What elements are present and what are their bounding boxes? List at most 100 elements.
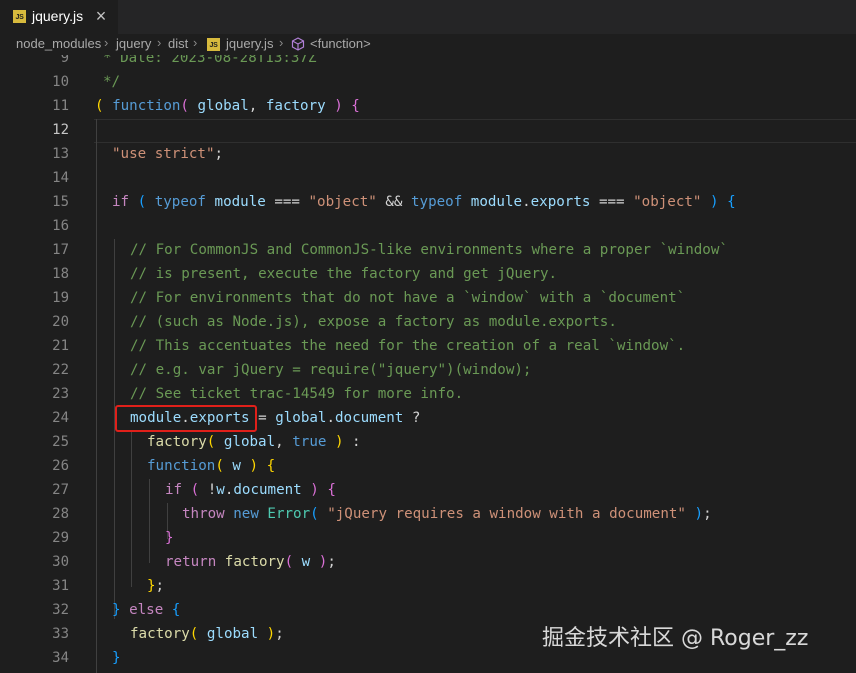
line-number: 22 [52, 362, 69, 378]
line-number: 17 [52, 242, 69, 258]
line-number: 32 [52, 602, 69, 618]
punct: ; [327, 554, 336, 570]
paren: ( [215, 458, 224, 474]
code-line-9: * Date: 2023-08-28T13:37Z [103, 55, 317, 70]
line-number-gutter: 9 10 11 12 13 14 15 16 17 18 19 20 21 22… [0, 55, 70, 673]
line-number: 18 [52, 266, 69, 282]
line-number: 29 [52, 530, 69, 546]
paren: ( [180, 98, 189, 114]
code-line-22: // e.g. var jQuery = require("jquery")(w… [130, 358, 531, 382]
paren: ( [310, 506, 319, 522]
line-number: 9 [60, 55, 69, 66]
breadcrumb-item-dist[interactable]: dist [168, 36, 188, 51]
indent-guide [149, 479, 150, 563]
code-line-32: } else { [112, 598, 180, 622]
comment: // (such as Node.js), expose a factory a… [130, 314, 617, 330]
paren: ) [701, 194, 719, 210]
brace: { [718, 194, 736, 210]
keyword: function [103, 98, 181, 114]
paren: ) [310, 554, 328, 570]
annotation-highlight-box [115, 405, 257, 432]
param: global [188, 98, 249, 114]
watermark: 掘金技术社区 @ Roger_zz [542, 626, 809, 651]
code-line-20: // (such as Node.js), expose a factory a… [130, 310, 617, 334]
line-number: 33 [52, 626, 69, 642]
tab-bar: JS jquery.js × [0, 0, 856, 34]
identifier: document [233, 482, 302, 498]
comment: * Date: 2023-08-28T13:37Z [103, 55, 317, 66]
indent-guide [131, 431, 132, 587]
comment: // is present, execute the factory and g… [130, 266, 558, 282]
line-number: 15 [52, 194, 69, 210]
string: "use strict" [112, 146, 215, 162]
paren: ) [325, 98, 343, 114]
paren: ( [95, 98, 104, 114]
paren: ) [326, 434, 344, 450]
keyword: else [120, 602, 164, 618]
code-line-30: return factory( w ); [165, 550, 336, 574]
brace: { [163, 602, 181, 618]
punct: ; [214, 146, 224, 162]
line-number: 13 [52, 146, 69, 162]
punct: ; [703, 506, 712, 522]
operator: === [265, 194, 309, 210]
param: factory [265, 98, 326, 114]
punct: ; [155, 578, 165, 594]
chevron-right-icon: › [279, 35, 284, 50]
line-number-active: 12 [52, 122, 69, 138]
code-line-10: */ [103, 70, 120, 94]
line-number: 23 [52, 386, 69, 402]
line-number: 25 [52, 434, 69, 450]
paren: ) [685, 506, 704, 522]
identifier: global [215, 434, 276, 450]
keyword: return [165, 554, 217, 570]
line-number: 14 [52, 170, 69, 186]
keyword: typeof [146, 194, 206, 210]
code-line-25: factory( global, true ) : [147, 430, 361, 454]
breadcrumb-item-function[interactable]: <function> [310, 36, 371, 51]
breadcrumb-item-jquery[interactable]: jquery [116, 36, 151, 51]
chevron-right-icon: › [104, 35, 109, 50]
identifier: exports [530, 194, 591, 210]
punct: , [275, 434, 293, 450]
js-file-icon: JS [13, 10, 26, 23]
breadcrumb-item-node-modules[interactable]: node_modules [16, 36, 101, 51]
line-number: 10 [52, 74, 69, 90]
operator: === [590, 194, 634, 210]
brace: } [165, 530, 174, 546]
js-file-icon: JS [207, 38, 220, 51]
identifier: document [335, 410, 404, 426]
brace: { [258, 458, 276, 474]
string: "object" [308, 194, 377, 210]
chevron-right-icon: › [157, 35, 162, 50]
punct: . [522, 194, 531, 210]
function-call: factory [130, 626, 190, 642]
comment: // See ticket trac-14549 for more info. [130, 386, 464, 402]
close-icon[interactable]: × [92, 5, 110, 27]
keyword: true [292, 434, 327, 450]
identifier: module [462, 194, 523, 210]
operator: ? [403, 410, 421, 426]
current-line-highlight [94, 119, 856, 143]
code-line-33: factory( global ); [130, 622, 284, 646]
code-line-17: // For CommonJS and CommonJS-like enviro… [130, 238, 728, 262]
class-name: Error [258, 506, 311, 522]
punct: . [326, 410, 336, 426]
code-line-27: if ( !w.document ) { [165, 478, 336, 502]
brace: { [342, 98, 360, 114]
paren: ) [240, 458, 259, 474]
comment: // This accentuates the need for the cre… [130, 338, 686, 354]
operator: ! [199, 482, 217, 498]
keyword: if [112, 194, 130, 210]
paren: ) [258, 626, 276, 642]
code-line-18: // is present, execute the factory and g… [130, 262, 557, 286]
brace: } [112, 650, 121, 666]
keyword: function [147, 458, 216, 474]
breadcrumb-item-jquery-js[interactable]: jquery.js [226, 36, 273, 51]
code-editor[interactable]: 9 10 11 12 13 14 15 16 17 18 19 20 21 22… [0, 55, 856, 673]
brace: } [112, 602, 121, 618]
function-call: factory [216, 554, 285, 570]
tab-jquery-js[interactable]: JS jquery.js × [0, 0, 118, 34]
code-line-29: } [165, 526, 174, 550]
paren: ( [129, 194, 147, 210]
